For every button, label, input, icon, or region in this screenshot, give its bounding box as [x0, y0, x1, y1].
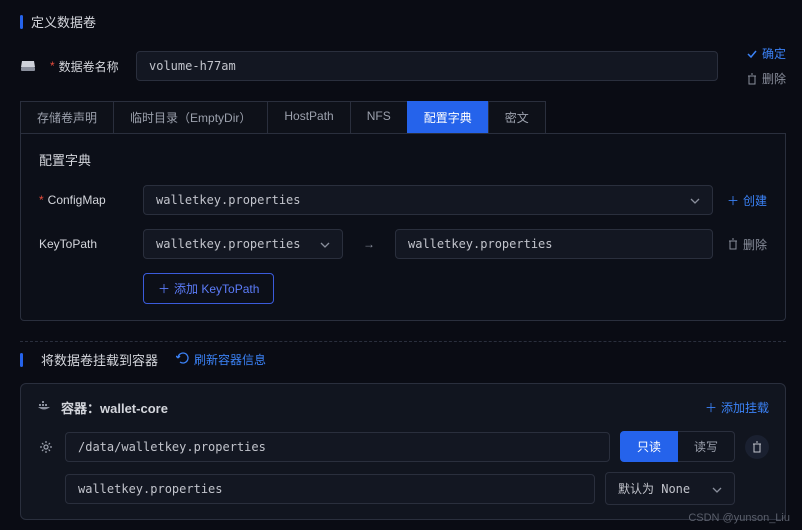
container-block: 容器：wallet-core ＋添加挂载 只读 读写 默认为 None	[20, 383, 786, 520]
configmap-row: * ConfigMap walletkey.properties ＋创建	[39, 185, 767, 215]
container-head: 容器：wallet-core ＋添加挂载	[37, 398, 769, 417]
refresh-icon	[176, 352, 190, 367]
section-define-volume: 定义数据卷	[20, 12, 786, 31]
readwrite-button[interactable]: 读写	[678, 431, 735, 462]
add-keytopath-row: ＋添加 KeyToPath	[39, 273, 767, 304]
divider	[20, 341, 786, 342]
tab-secret[interactable]: 密文	[488, 101, 546, 133]
volume-name-input[interactable]	[136, 51, 718, 81]
tab-nfs[interactable]: NFS	[350, 101, 408, 133]
watermark: CSDN @yunson_Liu	[688, 512, 790, 524]
disk-icon	[20, 59, 36, 73]
panel-title: 配置字典	[39, 150, 767, 169]
keytopath-path-input[interactable]	[395, 229, 713, 259]
configmap-label: * ConfigMap	[39, 193, 129, 207]
tab-hostpath[interactable]: HostPath	[267, 101, 350, 133]
subpath-input[interactable]	[65, 474, 595, 504]
required-star: *	[50, 59, 55, 73]
configmap-panel: 配置字典 * ConfigMap walletkey.properties ＋创…	[20, 134, 786, 321]
section-title: 定义数据卷	[31, 12, 96, 31]
volume-name-row: * 数据卷名称 确定 删除	[20, 45, 786, 87]
section-mount-volume: 将数据卷挂载到容器 刷新容器信息	[20, 350, 786, 369]
add-keytopath-button[interactable]: ＋添加 KeyToPath	[143, 273, 274, 304]
readonly-button[interactable]: 只读	[620, 431, 678, 462]
subpath-row: 默认为 None	[37, 472, 769, 505]
keytopath-row: KeyToPath walletkey.properties → 删除	[39, 229, 767, 259]
chevron-down-icon	[690, 195, 700, 205]
mount-path-input[interactable]	[65, 432, 610, 462]
volume-name-label: * 数据卷名称	[50, 58, 122, 75]
section-title: 将数据卷挂载到容器	[41, 350, 158, 369]
keytopath-label: KeyToPath	[39, 237, 129, 251]
chevron-down-icon	[320, 239, 330, 249]
volume-type-tabs: 存储卷声明 临时目录（EmptyDir） HostPath NFS 配置字典 密…	[20, 101, 786, 134]
refresh-containers-link[interactable]: 刷新容器信息	[176, 351, 266, 368]
tab-pvc[interactable]: 存储卷声明	[20, 101, 114, 133]
docker-icon	[37, 400, 51, 415]
keytopath-key-select[interactable]: walletkey.properties	[143, 229, 343, 259]
chevron-down-icon	[712, 484, 722, 494]
tab-configmap[interactable]: 配置字典	[407, 101, 489, 133]
add-mount-link[interactable]: ＋添加挂载	[705, 399, 769, 416]
confirm-link[interactable]: 确定	[746, 45, 786, 62]
delete-mount-button[interactable]	[745, 435, 769, 459]
gear-icon[interactable]	[37, 440, 55, 454]
mount-path-row: 只读 读写	[37, 431, 769, 462]
delete-keytopath-link[interactable]: 删除	[727, 236, 767, 253]
delete-volume-link[interactable]: 删除	[746, 70, 786, 87]
container-name: 容器：wallet-core	[37, 398, 168, 417]
arrow-icon: →	[357, 237, 381, 251]
mount-mode-select[interactable]: 默认为 None	[605, 472, 735, 505]
tab-emptydir[interactable]: 临时目录（EmptyDir）	[113, 101, 268, 133]
readmode-segment: 只读 读写	[620, 431, 735, 462]
configmap-select[interactable]: walletkey.properties	[143, 185, 713, 215]
create-configmap-link[interactable]: ＋创建	[727, 192, 767, 209]
